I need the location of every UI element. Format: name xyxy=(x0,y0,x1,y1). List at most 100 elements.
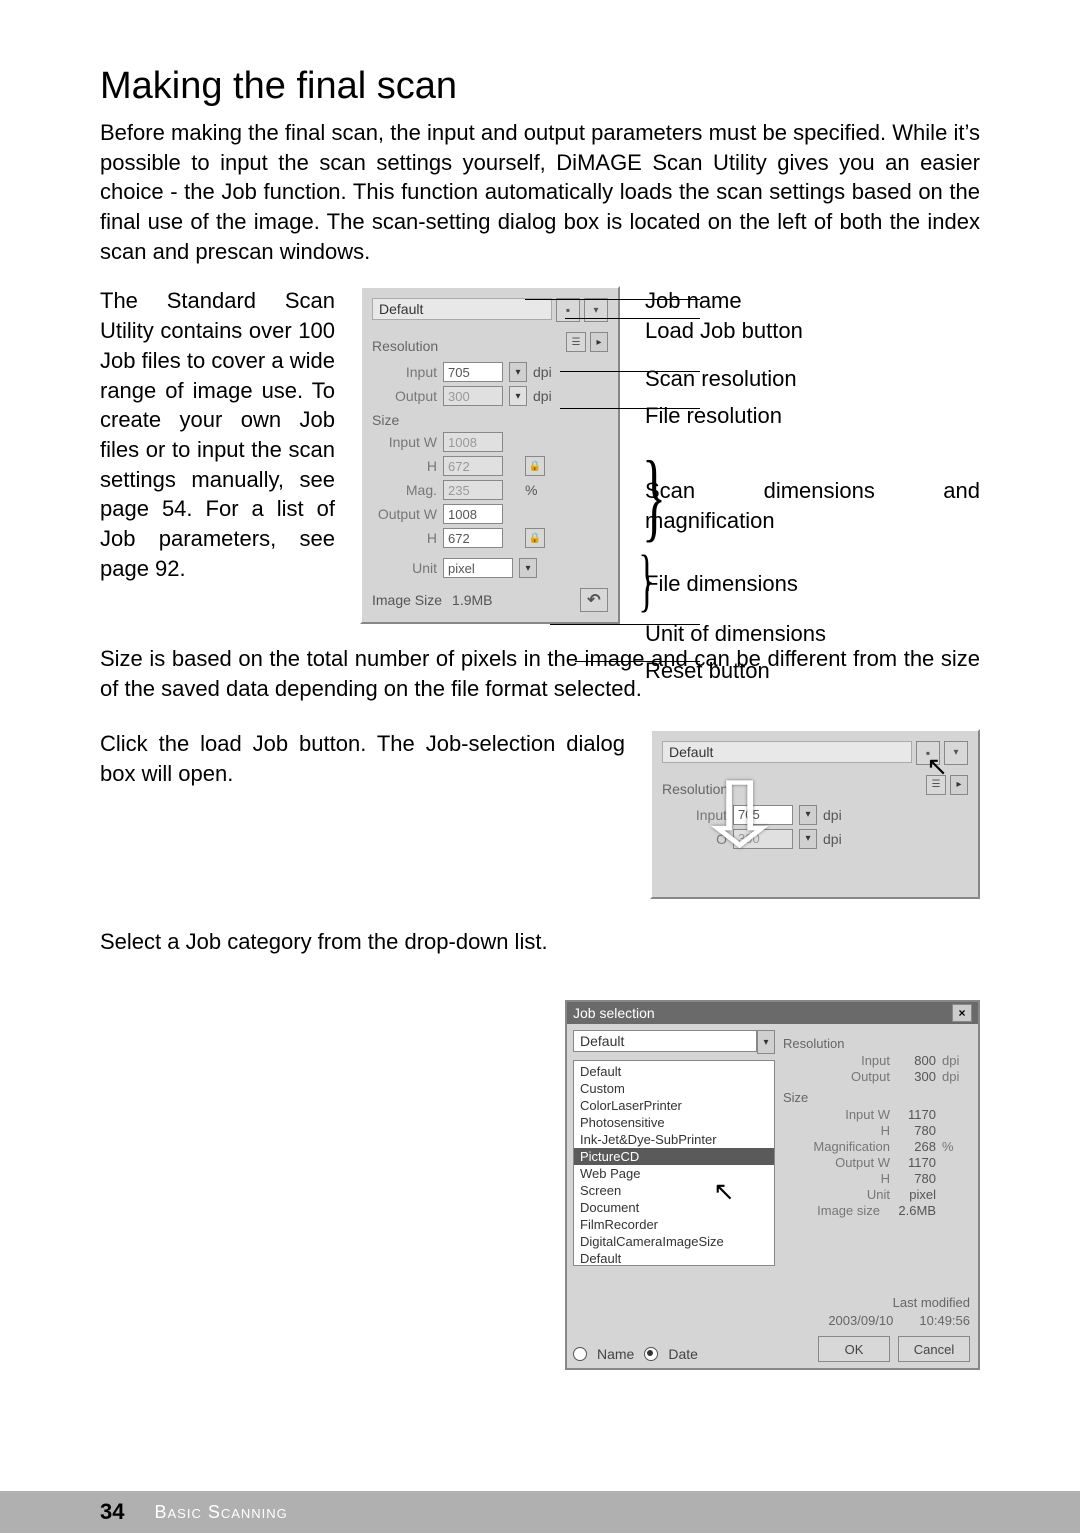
js-oh-label: H xyxy=(810,1171,890,1186)
callout-file-res: File resolution xyxy=(645,401,782,431)
sort-name-radio[interactable] xyxy=(573,1347,587,1361)
last-modified-label: Last modified xyxy=(828,1294,970,1312)
category-option[interactable]: FilmRecorder xyxy=(574,1216,774,1233)
category-option[interactable]: Document xyxy=(574,1199,774,1216)
resolution-help-icon[interactable]: ▸ xyxy=(590,332,608,352)
output-w-label: Output W xyxy=(372,506,437,522)
sort-date-radio[interactable] xyxy=(644,1347,658,1361)
mag-field: 235 xyxy=(443,480,503,500)
last-modified-value: 2003/09/10 10:49:56 xyxy=(828,1312,970,1330)
input-w-label: Input W xyxy=(372,434,437,450)
category-option[interactable]: ColorLaserPrinter xyxy=(574,1097,774,1114)
mini-output-label: O xyxy=(662,831,727,847)
output-res-field: 300 xyxy=(443,386,503,406)
mini-dpi: dpi xyxy=(823,807,842,823)
category-option[interactable]: Web Page xyxy=(574,1165,774,1182)
category-option[interactable]: Custom xyxy=(574,1080,774,1097)
reset-button[interactable]: ↶ xyxy=(580,588,608,612)
intro-text: Before making the final scan, the input … xyxy=(100,118,980,266)
step-1-text: Click the load Job button. The Job-selec… xyxy=(100,729,625,919)
mini-preset-icon[interactable]: ▸ xyxy=(950,775,968,795)
resolution-preset-button[interactable]: ☰ xyxy=(566,332,586,352)
ok-button[interactable]: OK xyxy=(818,1336,890,1362)
input-w-field: 1008 xyxy=(443,432,503,452)
cancel-button[interactable]: Cancel xyxy=(898,1336,970,1362)
category-option[interactable]: Ink-Jet&Dye-SubPrinter xyxy=(574,1131,774,1148)
js-mag-label: Magnification xyxy=(810,1139,890,1154)
js-input-value: 800 xyxy=(896,1053,936,1068)
js-ow-value: 1170 xyxy=(896,1155,936,1170)
category-option[interactable]: Default xyxy=(574,1250,774,1266)
sort-date-label: Date xyxy=(668,1346,698,1362)
category-option[interactable]: Photosensitive xyxy=(574,1114,774,1131)
percent-label: % xyxy=(525,482,537,498)
callout-file-dim: File dimensions xyxy=(645,569,798,599)
category-field[interactable]: Default xyxy=(573,1030,757,1052)
category-option[interactable]: Default xyxy=(574,1063,774,1080)
js-dpi-2: dpi xyxy=(942,1069,972,1084)
job-selection-dialog: Job selection × Default ▾ DefaultCustomC… xyxy=(565,1000,980,1370)
js-iw-label: Input W xyxy=(810,1107,890,1122)
js-input-label: Input xyxy=(810,1053,890,1068)
mini-output-field: 300 xyxy=(733,829,793,849)
dpi-label: dpi xyxy=(533,388,552,404)
callout-job-name: Job name xyxy=(645,286,742,316)
step-2-text: Select a Job category from the drop-down… xyxy=(100,927,625,1117)
input-res-dropdown-icon[interactable]: ▾ xyxy=(509,362,527,382)
input-res-field[interactable]: 705 xyxy=(443,362,503,382)
js-iw-value: 1170 xyxy=(896,1107,936,1122)
output-h-label: H xyxy=(372,530,437,546)
unit-dropdown-icon[interactable]: ▾ xyxy=(519,558,537,578)
page-footer: 34 Basic Scanning xyxy=(0,1491,1080,1533)
mini-load-job-button[interactable]: ▾ xyxy=(944,741,968,765)
job-name-field[interactable]: Default xyxy=(372,298,552,320)
js-h-value: 780 xyxy=(896,1123,936,1138)
callout-scan-dim: Scan dimensions and magnification xyxy=(645,476,980,535)
side-paragraph: The Standard Scan Utility contains over … xyxy=(100,286,335,624)
size-note: Size is based on the total number of pix… xyxy=(100,644,980,703)
mini-input-dd-icon[interactable]: ▾ xyxy=(799,805,817,825)
output-w-field[interactable]: 1008 xyxy=(443,504,503,524)
mini-res-preset-button[interactable]: ☰ xyxy=(926,775,946,795)
page-number: 34 xyxy=(100,1499,124,1525)
output-lock-icon[interactable]: 🔒 xyxy=(525,528,545,548)
close-icon[interactable]: × xyxy=(952,1004,972,1022)
unit-field[interactable]: pixel xyxy=(443,558,513,578)
mini-save-job-button[interactable]: ▪ xyxy=(916,741,940,765)
output-res-label: Output xyxy=(372,388,437,404)
js-unit-value: pixel xyxy=(896,1187,936,1202)
category-option[interactable]: Screen xyxy=(574,1182,774,1199)
callout-reset: Reset button xyxy=(645,656,770,686)
category-option[interactable]: PictureCD xyxy=(574,1148,774,1165)
chapter-name: Basic Scanning xyxy=(154,1502,287,1523)
category-dropdown-icon[interactable]: ▾ xyxy=(757,1030,775,1054)
dialog-title: Job selection xyxy=(573,1005,655,1021)
input-h-label: H xyxy=(372,458,437,474)
category-list[interactable]: DefaultCustomColorLaserPrinterPhotosensi… xyxy=(573,1060,775,1266)
js-oh-value: 780 xyxy=(896,1171,936,1186)
js-ow-label: Output W xyxy=(810,1155,890,1170)
js-output-value: 300 xyxy=(896,1069,936,1084)
js-mag-value: 268 xyxy=(896,1139,936,1154)
input-res-label: Input xyxy=(372,364,437,380)
output-h-field[interactable]: 672 xyxy=(443,528,503,548)
load-job-button[interactable]: ▾ xyxy=(584,298,608,322)
resolution-group-label: Resolution xyxy=(372,338,438,354)
mini-dpi-2: dpi xyxy=(823,831,842,847)
category-option[interactable]: DigitalCameraImageSize xyxy=(574,1233,774,1250)
mini-job-name[interactable]: Default xyxy=(662,741,912,763)
mini-panel-1: Default ▪ ▾ Resolution ▸ ☰ Input 705 ▾ d… xyxy=(650,729,980,899)
input-lock-icon[interactable]: 🔒 xyxy=(525,456,545,476)
callout-load-job: Load Job button xyxy=(645,316,803,346)
mini-output-dd-icon: ▾ xyxy=(799,829,817,849)
unit-label: Unit xyxy=(372,560,437,576)
js-res-title: Resolution xyxy=(783,1036,972,1051)
js-isize-label: Image size xyxy=(800,1203,880,1218)
callouts-column: Job name Load Job button Scan resolution… xyxy=(645,286,980,624)
save-job-button[interactable]: ▪ xyxy=(556,298,580,322)
size-group-label: Size xyxy=(372,412,608,428)
input-h-field: 672 xyxy=(443,456,503,476)
callout-scan-res: Scan resolution xyxy=(645,364,797,394)
mini-input-field[interactable]: 705 xyxy=(733,805,793,825)
page-title: Making the final scan xyxy=(100,65,980,108)
